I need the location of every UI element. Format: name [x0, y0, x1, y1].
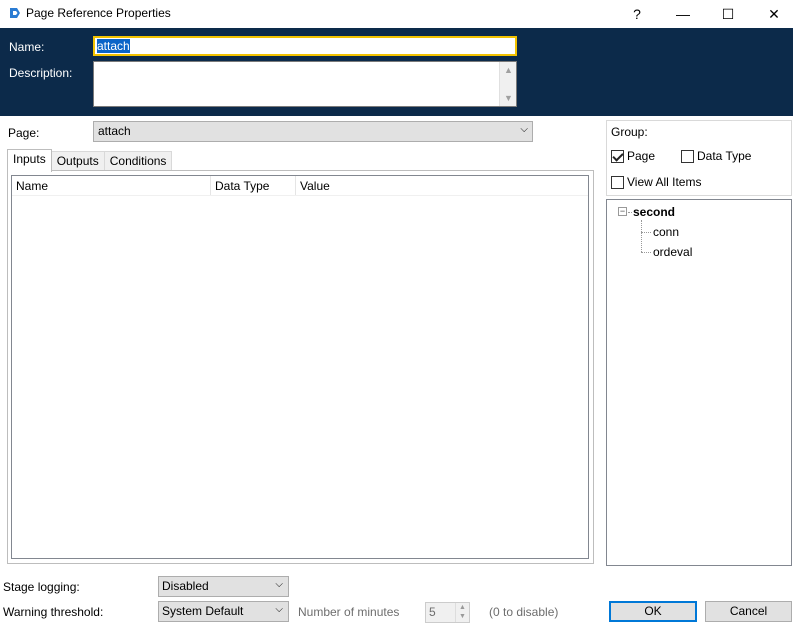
help-button[interactable]: ?: [614, 0, 660, 28]
tree-connector: [641, 232, 651, 233]
disable-hint: (0 to disable): [489, 605, 559, 619]
tree-connector: [628, 212, 632, 213]
group-by-data-type-checkbox[interactable]: Data Type: [681, 149, 751, 163]
stepper-down-icon[interactable]: ▼: [456, 612, 469, 621]
stepper-up-icon[interactable]: ▲: [456, 603, 469, 612]
chevron-down-icon: ⌵: [275, 604, 283, 615]
tree-connector: [641, 220, 642, 252]
column-header-name[interactable]: Name: [12, 176, 211, 195]
tree-node-ordeval[interactable]: ordeval: [653, 245, 692, 259]
column-header-data-type[interactable]: Data Type: [211, 176, 296, 195]
scroll-down-icon[interactable]: ▼: [504, 93, 513, 103]
cancel-button[interactable]: Cancel: [705, 601, 792, 622]
name-label: Name:: [9, 40, 45, 54]
checkbox-unchecked-icon[interactable]: [681, 149, 694, 163]
warning-threshold-select[interactable]: System Default ⌵: [158, 601, 289, 622]
tree-node-conn[interactable]: conn: [653, 225, 679, 239]
number-of-minutes-label: Number of minutes: [298, 605, 400, 619]
page-select-value: attach: [98, 124, 131, 138]
group-by-page-label: Page: [627, 149, 656, 163]
name-input-value: attach: [97, 39, 130, 53]
group-by-data-type-label: Data Type: [697, 149, 752, 163]
checkbox-unchecked-icon[interactable]: [611, 175, 624, 189]
list-header: Name Data Type Value: [12, 176, 588, 196]
minimize-button[interactable]: —: [660, 0, 706, 28]
inputs-tab-panel: Name Data Type Value: [7, 170, 594, 564]
tree-node-second[interactable]: second: [633, 205, 675, 219]
title-bar: Page Reference Properties ? — ☐ ✕: [0, 0, 793, 28]
stage-logging-label: Stage logging:: [3, 580, 80, 594]
checkbox-checked-icon[interactable]: [611, 149, 624, 163]
warning-threshold-label: Warning threshold:: [3, 605, 104, 619]
stage-logging-select[interactable]: Disabled ⌵: [158, 576, 289, 597]
minutes-value: 5: [429, 605, 436, 619]
chevron-down-icon: ⌵: [520, 124, 528, 135]
tree-connector: [641, 252, 651, 253]
group-by-page-checkbox[interactable]: Page: [611, 149, 655, 163]
tab-outputs[interactable]: Outputs: [50, 151, 105, 171]
inputs-list[interactable]: Name Data Type Value: [11, 175, 589, 559]
page-select[interactable]: attach ⌵: [93, 121, 533, 142]
warning-threshold-value: System Default: [162, 604, 244, 618]
page-reference-icon: [10, 8, 20, 18]
minutes-stepper[interactable]: 5 ▲ ▼: [425, 602, 470, 623]
collapse-icon[interactable]: −: [618, 207, 627, 216]
close-button[interactable]: ✕: [751, 0, 793, 28]
maximize-button[interactable]: ☐: [705, 0, 751, 28]
tab-strip: Inputs Outputs Conditions: [7, 149, 173, 172]
description-textarea[interactable]: ▲ ▼: [93, 61, 517, 107]
view-all-items-checkbox[interactable]: View All Items: [611, 175, 701, 189]
page-label: Page:: [8, 126, 40, 140]
stepper-buttons[interactable]: ▲ ▼: [455, 603, 469, 622]
data-items-tree[interactable]: − second conn ordeval: [606, 199, 792, 566]
window-title: Page Reference Properties: [26, 6, 171, 20]
stage-logging-value: Disabled: [162, 579, 209, 593]
tab-inputs[interactable]: Inputs: [7, 149, 52, 172]
column-header-value[interactable]: Value: [296, 176, 416, 195]
tab-conditions[interactable]: Conditions: [103, 151, 173, 171]
scroll-up-icon[interactable]: ▲: [504, 65, 513, 75]
view-all-items-label: View All Items: [627, 175, 702, 189]
group-label: Group:: [611, 125, 648, 139]
description-label: Description:: [9, 66, 73, 80]
chevron-down-icon: ⌵: [275, 579, 283, 590]
group-box: Group: Page Data Type View All Items: [606, 120, 792, 196]
ok-button[interactable]: OK: [609, 601, 697, 622]
name-input[interactable]: attach: [93, 36, 517, 56]
description-scrollbar[interactable]: ▲ ▼: [499, 62, 516, 106]
